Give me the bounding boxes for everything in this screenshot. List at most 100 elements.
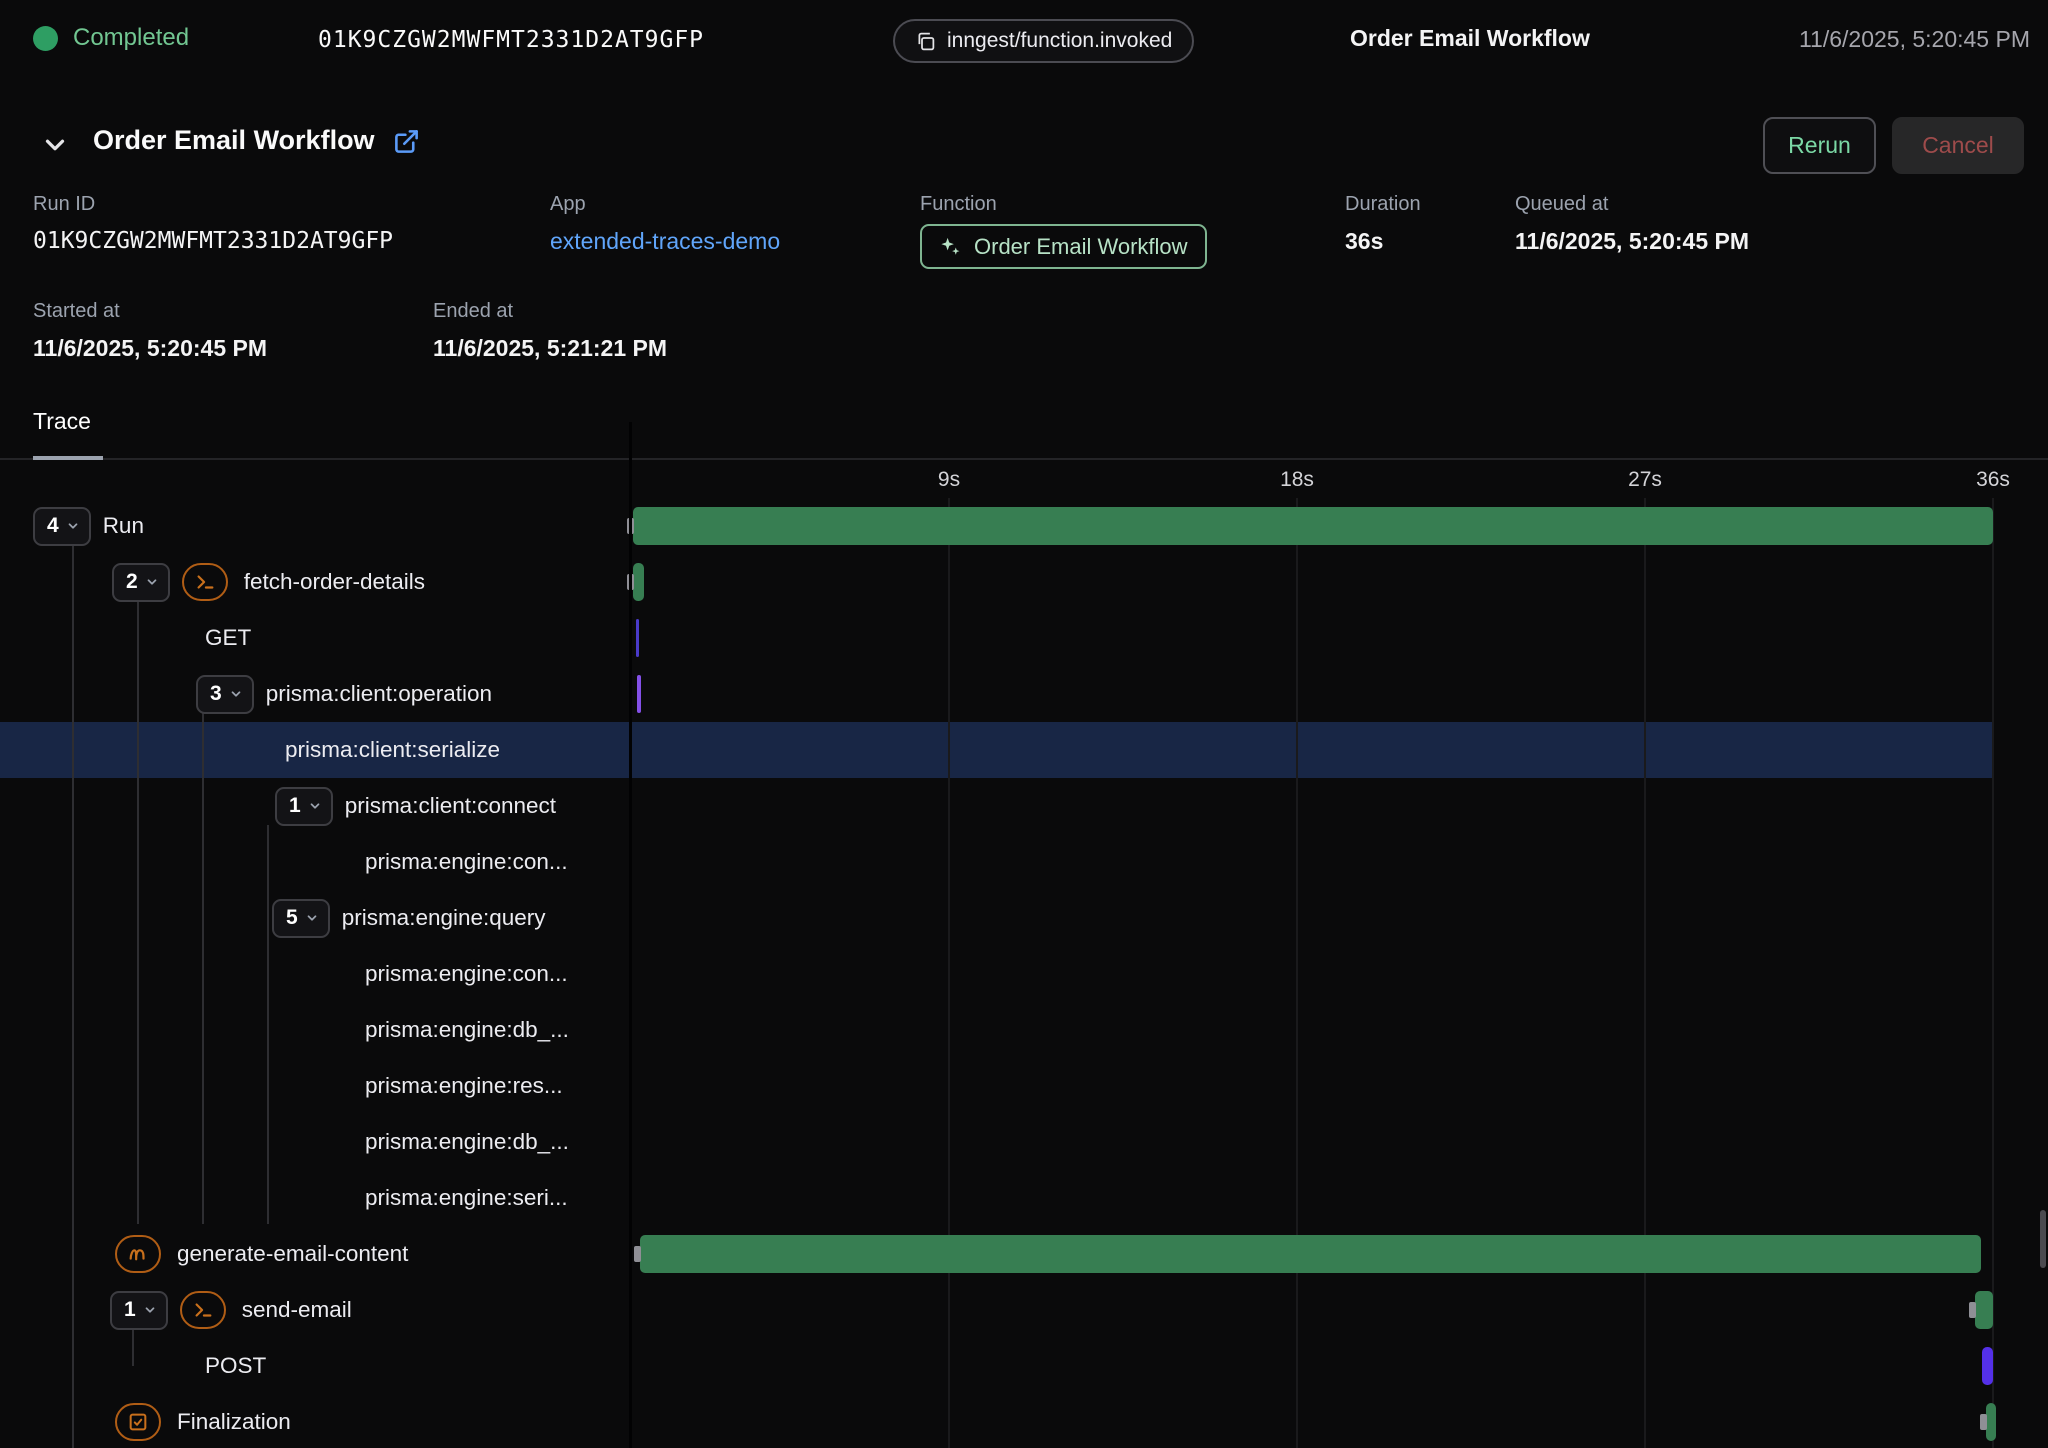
trace-row-get[interactable]: GET	[0, 610, 2048, 666]
field-label: Queued at	[1515, 193, 1749, 216]
chevron-down-icon	[145, 575, 159, 589]
run-status: Completed	[33, 24, 189, 52]
field-label: Started at	[33, 300, 267, 323]
span-duration-bar[interactable]	[633, 507, 1993, 545]
field-label: Run ID	[33, 193, 393, 216]
span-count: 4	[47, 514, 59, 538]
function-name-top: Order Email Workflow	[1350, 25, 1590, 52]
trace-row-prisma-engine-db-[interactable]: prisma:engine:db_...	[0, 1114, 2048, 1170]
trace-row-prisma-client-operation[interactable]: 3 prisma:client:operation	[0, 666, 2048, 722]
trace-row-finalization[interactable]: Finalization	[0, 1394, 2048, 1448]
chevron-down-icon	[229, 687, 243, 701]
copy-icon	[915, 31, 936, 52]
trace-row-send-email[interactable]: 1 send-email	[0, 1282, 2048, 1338]
span-count-badge[interactable]: 1	[275, 787, 333, 826]
field-label: Duration	[1345, 193, 1421, 216]
field-value: 11/6/2025, 5:21:21 PM	[433, 335, 667, 362]
span-count-badge[interactable]: 5	[272, 899, 330, 938]
span-label: prisma:engine:seri...	[365, 1185, 568, 1211]
span-start-marker	[1969, 1302, 1976, 1318]
span-count-badge[interactable]: 3	[196, 675, 254, 714]
field-value: 11/6/2025, 5:20:45 PM	[1515, 228, 1749, 255]
tab-trace[interactable]: Trace	[33, 408, 91, 435]
span-label: fetch-order-details	[244, 569, 425, 595]
span-label: Finalization	[177, 1409, 291, 1435]
field-label: App	[550, 193, 780, 216]
run-header: Order Email Workflow Rerun Cancel	[0, 85, 2048, 190]
field-started-at: Started at 11/6/2025, 5:20:45 PM	[33, 300, 267, 362]
time-tick-label: 9s	[938, 468, 960, 492]
span-duration-bar[interactable]	[636, 619, 639, 657]
chevron-down-icon	[66, 519, 80, 533]
step-terminal-icon	[180, 1291, 226, 1329]
field-label: Ended at	[433, 300, 667, 323]
chevron-down-icon	[308, 799, 322, 813]
trigger-event-badge[interactable]: inngest/function.invoked	[893, 19, 1194, 63]
span-start-marker	[634, 1246, 641, 1262]
span-duration-bar[interactable]	[1975, 1291, 1993, 1329]
span-count-badge[interactable]: 1	[110, 1291, 168, 1330]
span-label: prisma:engine:db_...	[365, 1017, 569, 1043]
app-link[interactable]: extended-traces-demo	[550, 228, 780, 255]
function-pill-label: Order Email Workflow	[974, 234, 1188, 260]
field-duration: Duration 36s	[1345, 193, 1421, 255]
run-metadata: Run ID 01K9CZGW2MWFMT2331D2AT9GFP App ex…	[0, 190, 2048, 400]
span-start-marker	[1980, 1414, 1987, 1430]
field-value: 36s	[1345, 228, 1421, 255]
trace-row-generate-email-content[interactable]: generate-email-content	[0, 1226, 2048, 1282]
trace-row-prisma-engine-query[interactable]: 5prisma:engine:query	[0, 890, 2048, 946]
span-duration-bar[interactable]	[640, 1235, 1981, 1273]
span-count: 3	[210, 682, 222, 706]
span-label: prisma:engine:db_...	[365, 1129, 569, 1155]
span-label: send-email	[242, 1297, 352, 1323]
field-function: Function Order Email Workflow	[920, 193, 1207, 269]
span-label: prisma:client:connect	[345, 793, 556, 819]
trace-row-prisma-client-connect[interactable]: 1 prisma:client:connect	[0, 778, 2048, 834]
function-pill[interactable]: Order Email Workflow	[920, 224, 1207, 269]
page-title: Order Email Workflow	[93, 125, 375, 156]
trace-row-post[interactable]: POST	[0, 1338, 2048, 1394]
trace-panel: 9s18s27s36s 4Run2fetch-order-detailsGET3…	[0, 460, 2048, 1448]
field-queued-at: Queued at 11/6/2025, 5:20:45 PM	[1515, 193, 1749, 255]
trace-row-prisma-engine-res-[interactable]: prisma:engine:res...	[0, 1058, 2048, 1114]
span-duration-bar[interactable]	[637, 675, 641, 713]
collapse-chevron-icon[interactable]	[40, 130, 70, 165]
time-tick-label: 18s	[1280, 468, 1314, 492]
field-label: Function	[920, 193, 1207, 216]
span-label: POST	[205, 1353, 266, 1379]
trace-row-prisma-engine-db-[interactable]: prisma:engine:db_...	[0, 1002, 2048, 1058]
span-count-badge[interactable]: 2	[112, 563, 170, 602]
trace-row-run[interactable]: 4Run	[0, 498, 2048, 554]
span-label: prisma:engine:res...	[365, 1073, 563, 1099]
span-count-badge[interactable]: 4	[33, 507, 91, 546]
span-label: prisma:client:serialize	[285, 737, 500, 763]
scrollbar-thumb[interactable]	[2040, 1210, 2046, 1268]
trace-row-prisma-client-serialize[interactable]: prisma:client:serialize	[0, 722, 2048, 778]
tree-chart-divider[interactable]	[629, 422, 632, 1448]
span-label: GET	[205, 625, 251, 651]
trace-row-prisma-engine-con-[interactable]: prisma:engine:con...	[0, 946, 2048, 1002]
sparkles-icon	[939, 235, 962, 258]
field-ended-at: Ended at 11/6/2025, 5:21:21 PM	[433, 300, 667, 362]
time-tick-label: 36s	[1976, 468, 2010, 492]
span-duration-bar[interactable]	[1982, 1347, 1993, 1385]
step-terminal-icon	[182, 563, 228, 601]
span-label: prisma:client:operation	[266, 681, 492, 707]
rerun-button[interactable]: Rerun	[1763, 117, 1876, 174]
span-count: 1	[124, 1298, 136, 1322]
external-link-icon[interactable]	[393, 128, 420, 160]
step-finalization-check-icon	[115, 1403, 161, 1441]
span-duration-bar[interactable]	[633, 563, 644, 601]
span-duration-bar[interactable]	[1986, 1403, 1996, 1441]
span-label: generate-email-content	[177, 1241, 408, 1267]
span-label: prisma:engine:con...	[365, 961, 568, 987]
span-count: 5	[286, 906, 298, 930]
chevron-down-icon	[143, 1303, 157, 1317]
trace-row-prisma-engine-seri-[interactable]: prisma:engine:seri...	[0, 1170, 2048, 1226]
trace-row-prisma-engine-con-[interactable]: prisma:engine:con...	[0, 834, 2048, 890]
field-app: App extended-traces-demo	[550, 193, 780, 255]
trace-rows: 4Run 2 fetch-order-details GET 3 prisma:clien…	[0, 498, 2048, 1448]
trace-row-fetch-order-details[interactable]: 2 fetch-order-details	[0, 554, 2048, 610]
tab-bar: Trace	[0, 400, 2048, 460]
cancel-button[interactable]: Cancel	[1892, 117, 2024, 174]
